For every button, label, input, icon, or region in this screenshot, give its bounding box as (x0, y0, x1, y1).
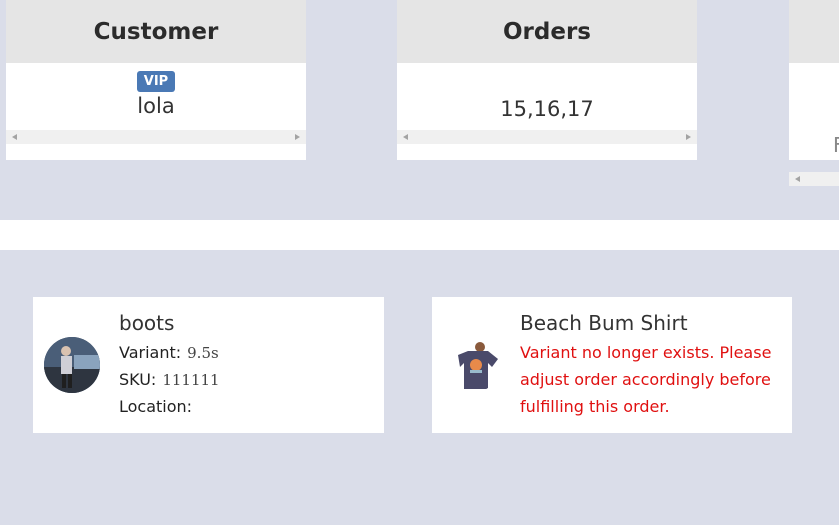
product-name[interactable]: boots (119, 311, 174, 335)
sku-row: SKU: 111111 (119, 370, 220, 389)
sku-label: SKU: (119, 370, 157, 389)
boots-photo-icon (44, 337, 100, 393)
third-column-card: F (789, 0, 839, 160)
scroll-left-icon[interactable] (403, 134, 408, 140)
line-item-card: boots Variant: 9.5s SKU: 111111 Location: (33, 297, 384, 433)
orders-column-header: Orders (397, 0, 697, 63)
scroll-right-icon[interactable] (295, 134, 300, 140)
shirt-photo-icon (444, 337, 500, 393)
location-row: Location: (119, 397, 198, 416)
scroll-left-icon[interactable] (795, 176, 800, 182)
third-horizontal-scrollbar[interactable] (789, 172, 839, 186)
product-thumbnail (444, 337, 500, 393)
orders-column-card: Orders 15,16,17 (397, 0, 697, 160)
sku-value: 111111 (162, 371, 220, 389)
product-thumbnail (44, 337, 100, 393)
variant-label: Variant: (119, 343, 182, 362)
vip-badge: VIP (136, 71, 176, 92)
orders-cell: 15,16,17 (397, 63, 697, 125)
customer-cell: VIP lola (6, 63, 306, 125)
order-numbers[interactable]: 15,16,17 (397, 63, 697, 121)
customer-horizontal-scrollbar[interactable] (6, 130, 306, 144)
location-label: Location: (119, 397, 193, 416)
section-divider (0, 220, 839, 250)
scroll-right-icon[interactable] (686, 134, 691, 140)
orders-horizontal-scrollbar[interactable] (397, 130, 697, 144)
product-name[interactable]: Beach Bum Shirt (520, 311, 688, 335)
customer-column-header: Customer (6, 0, 306, 63)
customer-column-card: Customer VIP lola (6, 0, 306, 160)
variant-value: 9.5s (187, 344, 219, 362)
third-column-header (789, 0, 839, 63)
variant-row: Variant: 9.5s (119, 343, 219, 362)
third-column-partial-text: F (833, 133, 839, 157)
customer-name[interactable]: lola (6, 94, 306, 118)
scroll-left-icon[interactable] (12, 134, 17, 140)
line-item-card: Beach Bum Shirt Variant no longer exists… (432, 297, 792, 433)
variant-warning-message: Variant no longer exists. Please adjust … (520, 343, 772, 416)
